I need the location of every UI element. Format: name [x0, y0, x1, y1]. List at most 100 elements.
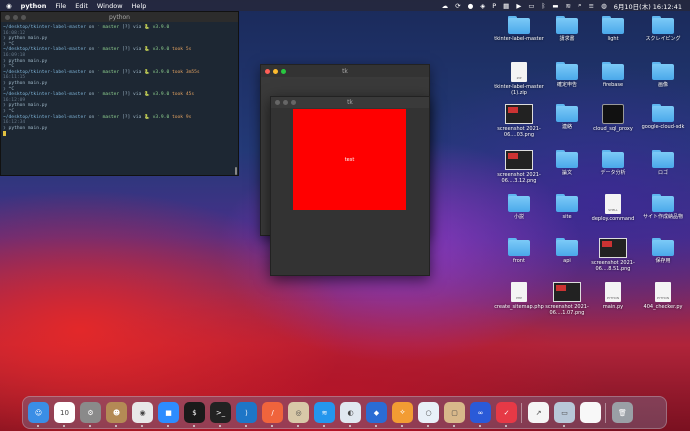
- infinity-icon[interactable]: ∞: [470, 402, 491, 423]
- folder-icon: [556, 238, 578, 256]
- image-file-icon: [505, 104, 533, 124]
- preview-icon[interactable]: ▢: [444, 402, 465, 423]
- vscode-icon[interactable]: ⟩: [236, 402, 257, 423]
- terminal-titlebar[interactable]: python: [1, 12, 238, 22]
- desktop-item[interactable]: スクレイピング: [633, 16, 690, 42]
- dock: ☺ 10 ⚙ ☻ ◉ ■ $ >_ ⟩ / ◎ ≋ ◐ ◆ ⟡ ○ ▢ ∞ ✓ ↗ ▭ 🗑: [22, 396, 667, 429]
- desktop-item-label: 保存用: [655, 258, 671, 264]
- zoom-icon[interactable]: ■: [158, 402, 179, 423]
- document-icon[interactable]: [580, 402, 601, 423]
- tk-back-titlebar[interactable]: tk: [261, 65, 429, 77]
- dock-glyph: ◐: [347, 408, 354, 417]
- menu-edit[interactable]: Edit: [75, 2, 88, 10]
- desktop-item[interactable]: 保存用: [633, 238, 690, 264]
- apple-icon[interactable]: ◉: [6, 2, 12, 10]
- menu-window[interactable]: Window: [97, 2, 123, 10]
- dock-glyph: ■: [165, 408, 172, 417]
- folder-icon: [602, 150, 624, 168]
- folder-icon: [556, 62, 578, 80]
- window-icon[interactable]: ▭: [528, 2, 534, 10]
- desktop-item-label: google-cloud-sdk: [641, 124, 685, 130]
- dock-glyph: $: [192, 408, 197, 417]
- menu-file[interactable]: File: [55, 2, 66, 10]
- running-indicator: [375, 425, 377, 427]
- running-indicator: [167, 425, 169, 427]
- navigator-icon[interactable]: ○: [418, 402, 439, 423]
- running-indicator: [479, 425, 481, 427]
- activity-icon[interactable]: ↗: [528, 402, 549, 423]
- desktop-item-label: firebase: [602, 82, 624, 88]
- running-indicator: [89, 425, 91, 427]
- bluetooth-icon[interactable]: ᛒ: [541, 2, 545, 10]
- terminal-output[interactable]: ~/desktop/tkinter-label-master on ᛫ mast…: [1, 22, 238, 141]
- dock-glyph: ▭: [561, 408, 568, 417]
- grid-icon[interactable]: ▦: [503, 2, 509, 10]
- tk-window-front[interactable]: tk test: [270, 96, 430, 276]
- battery-icon[interactable]: ▬: [552, 2, 558, 10]
- dock-glyph: ↗: [535, 408, 542, 417]
- play-icon[interactable]: ▶: [516, 2, 521, 10]
- wifi-icon[interactable]: ≋: [566, 2, 571, 10]
- sourcetree-icon[interactable]: ◆: [366, 402, 387, 423]
- document-icon: SHELL: [605, 194, 621, 214]
- github-desktop-icon[interactable]: ⟡: [392, 402, 413, 423]
- sequel-pro-icon[interactable]: ◎: [288, 402, 309, 423]
- desktop-item-label: api: [563, 258, 571, 264]
- control-center-icon[interactable]: ≡: [589, 2, 594, 10]
- dock-glyph: ◎: [295, 408, 302, 417]
- trash-icon[interactable]: 🗑: [612, 402, 633, 423]
- folder-icon: [652, 150, 674, 168]
- paypal-icon[interactable]: P: [492, 2, 496, 10]
- desktop-item-label: main.py: [602, 304, 624, 310]
- folder-icon: [652, 238, 674, 256]
- calendar-icon[interactable]: 10: [54, 402, 75, 423]
- running-indicator: [219, 425, 221, 427]
- running-indicator: [37, 425, 39, 427]
- desktop-item[interactable]: 画像: [633, 62, 690, 88]
- shield-icon[interactable]: ◈: [480, 2, 485, 10]
- desktop-item[interactable]: google-cloud-sdk: [633, 104, 690, 130]
- terminal-icon[interactable]: >_: [210, 402, 231, 423]
- iterm-icon[interactable]: $: [184, 402, 205, 423]
- desktop-item-label: サイト作成納品物: [642, 214, 683, 220]
- desktop-item[interactable]: サイト作成納品物: [633, 194, 690, 220]
- cloud-icon[interactable]: ☁: [442, 2, 449, 10]
- chrome-icon[interactable]: ◉: [132, 402, 153, 423]
- desktop-item-label: データ分析: [600, 170, 626, 176]
- menu-clock[interactable]: 6月10日(木) 16:12:41: [614, 1, 682, 11]
- running-indicator: [427, 425, 429, 427]
- clock-app-icon[interactable]: ✓: [496, 402, 517, 423]
- sync-icon[interactable]: ⟳: [455, 2, 460, 10]
- dock-glyph: 10: [60, 408, 69, 417]
- terminal-line: ~/desktop/tkinter-label-master on ᛫ mast…: [3, 47, 236, 58]
- dock-separator: [521, 403, 522, 423]
- tk-back-title: tk: [342, 67, 348, 75]
- terminal-cursor: [3, 131, 6, 137]
- search-icon[interactable]: ⌕: [578, 1, 582, 10]
- safari-browser-icon[interactable]: ◐: [340, 402, 361, 423]
- dock-glyph: >_: [215, 408, 226, 417]
- desktop-item-label: front: [513, 258, 525, 264]
- system-preferences-icon[interactable]: ⚙: [80, 402, 101, 423]
- running-indicator: [193, 425, 195, 427]
- running-indicator: [245, 425, 247, 427]
- record-icon[interactable]: ●: [468, 2, 474, 10]
- terminal-scrollbar[interactable]: [235, 167, 237, 175]
- swift-playgrounds-icon[interactable]: /: [262, 402, 283, 423]
- menu-help[interactable]: Help: [132, 2, 147, 10]
- desktop-item-label: 小説: [513, 214, 524, 220]
- image-file-icon: [505, 150, 533, 170]
- docker-icon[interactable]: ≋: [314, 402, 335, 423]
- desktop-item[interactable]: ロゴ: [633, 150, 690, 176]
- running-indicator: [453, 425, 455, 427]
- tk-front-titlebar[interactable]: tk: [271, 97, 429, 108]
- folder-icon: [508, 194, 530, 212]
- terminal-window[interactable]: python ~/desktop/tkinter-label-master on…: [0, 11, 239, 176]
- menu-app-name[interactable]: python: [21, 2, 47, 10]
- document-icon: PYTHON: [655, 282, 671, 302]
- screenshot-app-icon[interactable]: ▭: [554, 402, 575, 423]
- finder-icon[interactable]: ☺: [28, 402, 49, 423]
- contacts-icon[interactable]: ☻: [106, 402, 127, 423]
- siri-icon[interactable]: ◍: [601, 2, 607, 10]
- desktop-item[interactable]: PYTHON 404_checker.py: [633, 282, 690, 310]
